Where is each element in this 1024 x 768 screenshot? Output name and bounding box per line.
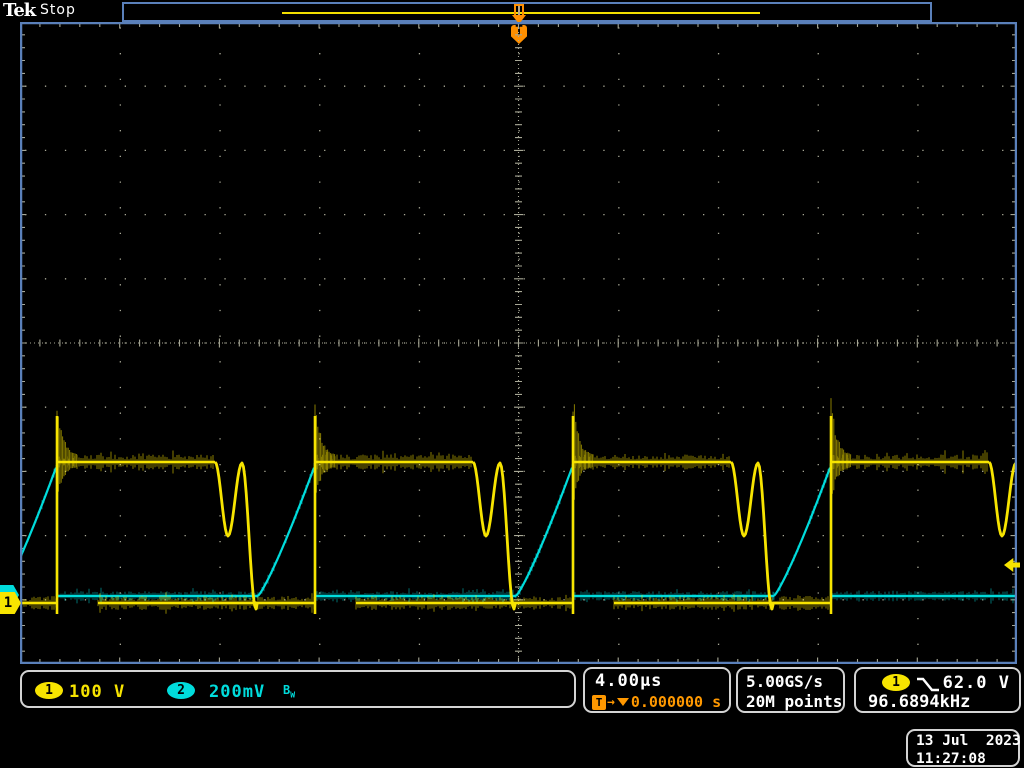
- acquisition-readout-box[interactable]: 5.00GS/s 20M points: [736, 667, 845, 713]
- trigger-t-icon: T: [592, 695, 606, 710]
- timebase-readout-box[interactable]: 4.00µs T→ 0.000000 s: [583, 667, 731, 713]
- channel-readout-box[interactable]: 1 100 V 2 200mV BW: [20, 670, 576, 708]
- datetime-box: 13 Jul 2023 11:27:08: [906, 729, 1020, 767]
- acquisition-status: Stop: [40, 2, 76, 18]
- record-view-bar: [122, 2, 932, 22]
- scope-graticule: [20, 22, 1017, 664]
- trigger-delay-value: 0.000000 s: [631, 693, 721, 711]
- sample-rate: 5.00GS/s: [746, 672, 823, 691]
- channel1-scale: 100 V: [69, 682, 125, 702]
- trigger-delay-readout: T→ 0.000000 s: [592, 693, 721, 711]
- trigger-readout-box[interactable]: 1 62.0 V 96.6894kHz: [854, 667, 1021, 713]
- falling-edge-slope-icon: [916, 676, 940, 693]
- trigger-level: 62.0 V: [943, 673, 1010, 693]
- date-label: 13 Jul 2023: [916, 733, 1021, 749]
- channel2-badge[interactable]: 2: [167, 682, 195, 699]
- tek-logo: Tek: [3, 0, 35, 21]
- channel1-badge[interactable]: 1: [35, 682, 63, 699]
- trigger-frequency: 96.6894kHz: [868, 692, 970, 712]
- time-label: 11:27:08: [916, 751, 986, 767]
- timebase-scale: 4.00µs: [595, 671, 662, 691]
- record-length: 20M points: [746, 692, 842, 711]
- arrow-right-icon: →: [607, 695, 615, 710]
- triangle-down-icon: [617, 698, 629, 706]
- trigger-source-badge: 1: [882, 674, 910, 691]
- channel2-scale: 200mV: [209, 682, 265, 702]
- bandwidth-limit-icon: BW: [283, 683, 295, 699]
